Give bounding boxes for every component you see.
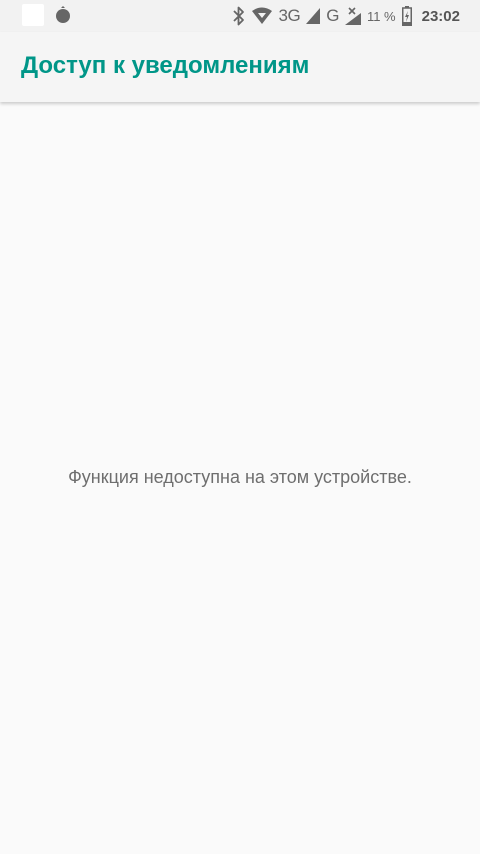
bluetooth-icon <box>232 5 245 27</box>
no-signal-icon <box>344 5 361 27</box>
battery-percent: 11 % <box>366 8 396 24</box>
empty-state-message: Функция недоступна на этом устройстве. <box>68 467 412 487</box>
notification-icons <box>22 4 72 26</box>
wifi-icon <box>251 5 273 27</box>
battery-icon <box>401 5 412 27</box>
notification-square-icon <box>22 4 44 26</box>
network-type-3g: 3G <box>278 6 301 25</box>
system-icons: 3G G 11 % 23:02 <box>232 5 460 27</box>
page-title: Доступ к уведомлениям <box>21 52 310 79</box>
network-type-g: G <box>326 6 339 25</box>
status-bar: 3G G 11 % 23:02 <box>0 0 480 32</box>
app-bar: Доступ к уведомлениям <box>0 32 480 102</box>
notification-blob-icon <box>54 6 72 24</box>
cellular-signal-icon <box>306 5 321 27</box>
clock-time: 23:02 <box>421 7 460 25</box>
